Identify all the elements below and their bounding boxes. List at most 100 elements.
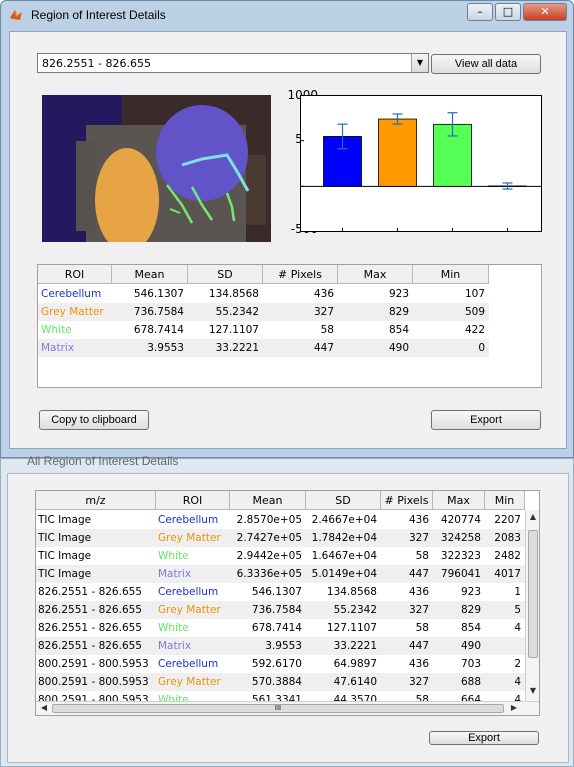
cell-max: 854 bbox=[388, 324, 409, 336]
view-all-data-button[interactable]: View all data bbox=[431, 54, 541, 74]
cell-pixels: 327 bbox=[313, 306, 334, 318]
column-header-sd[interactable]: SD bbox=[306, 491, 381, 510]
cell-pixels: 58 bbox=[415, 622, 429, 634]
column-header-mean[interactable]: Mean bbox=[230, 491, 306, 510]
table-header: ROI Mean SD # Pixels Max Min bbox=[38, 265, 489, 284]
window-client-area: m/z ROI Mean SD # Pixels Max Min TIC Ima… bbox=[7, 473, 569, 763]
cell-min: 4017 bbox=[494, 568, 521, 580]
window-client-area: 826.2551 - 826.655 ▼ View all data 1000 … bbox=[9, 31, 567, 449]
column-header-pixels[interactable]: # Pixels bbox=[381, 491, 433, 510]
cell-roi: Matrix bbox=[41, 342, 75, 354]
cell-mz: TIC Image bbox=[38, 550, 92, 562]
column-header-max[interactable]: Max bbox=[433, 491, 485, 510]
cell-max: 688 bbox=[460, 676, 481, 688]
cell-max: 324258 bbox=[440, 532, 481, 544]
cell-mz: 826.2551 - 826.655 bbox=[38, 640, 142, 652]
cell-sd: 33.2221 bbox=[333, 640, 377, 652]
cell-pixels: 58 bbox=[320, 324, 334, 336]
cell-min: 4 bbox=[514, 676, 521, 688]
cell-max: 796041 bbox=[440, 568, 481, 580]
export-all-button[interactable]: Export bbox=[429, 731, 539, 745]
table-header: m/z ROI Mean SD # Pixels Max Min bbox=[36, 491, 525, 510]
cell-sd: 2.4667e+04 bbox=[311, 514, 377, 526]
cell-roi: Cerebellum bbox=[158, 586, 219, 598]
cell-mean: 546.1307 bbox=[133, 288, 184, 300]
close-button[interactable]: ✕ bbox=[523, 3, 567, 21]
cell-sd: 134.8568 bbox=[326, 586, 377, 598]
cell-mz: 826.2551 - 826.655 bbox=[38, 622, 142, 634]
cell-max: 490 bbox=[460, 640, 481, 652]
window-title: Region of Interest Details bbox=[31, 8, 166, 22]
cell-min: 107 bbox=[464, 288, 485, 300]
cell-mean: 2.8570e+05 bbox=[236, 514, 302, 526]
cell-mz: 800.2591 - 800.5953 bbox=[38, 676, 149, 688]
cell-sd: 134.8568 bbox=[208, 288, 259, 300]
mz-dropdown-value: 826.2551 - 826.655 bbox=[42, 57, 151, 70]
column-header-sd[interactable]: SD bbox=[188, 265, 263, 284]
horizontal-scrollbar[interactable]: ◀ III ▶ bbox=[36, 701, 539, 715]
cell-roi: Grey Matter bbox=[158, 604, 221, 616]
cell-mz: 800.2591 - 800.5953 bbox=[38, 658, 149, 670]
column-header-pixels[interactable]: # Pixels bbox=[263, 265, 338, 284]
copy-to-clipboard-button[interactable]: Copy to clipboard bbox=[39, 410, 149, 430]
cell-min: 5 bbox=[514, 604, 521, 616]
cell-mean: 546.1307 bbox=[251, 586, 302, 598]
mz-dropdown[interactable]: 826.2551 - 826.655 ▼ bbox=[37, 53, 429, 73]
cell-max: 829 bbox=[388, 306, 409, 318]
maximize-button[interactable]: □ bbox=[495, 3, 521, 21]
cell-mean: 592.6170 bbox=[251, 658, 302, 670]
column-header-min[interactable]: Min bbox=[485, 491, 525, 510]
cell-max: 923 bbox=[388, 288, 409, 300]
cell-mean: 678.7414 bbox=[251, 622, 302, 634]
cell-pixels: 327 bbox=[408, 604, 429, 616]
export-button[interactable]: Export bbox=[431, 410, 541, 430]
cell-min: 0 bbox=[478, 342, 485, 354]
cell-pixels: 447 bbox=[313, 342, 334, 354]
cell-mean: 3.9553 bbox=[147, 342, 184, 354]
column-header-mz[interactable]: m/z bbox=[36, 491, 156, 510]
column-header-min[interactable]: Min bbox=[413, 265, 489, 284]
cell-mz: TIC Image bbox=[38, 568, 92, 580]
cell-max: 420774 bbox=[440, 514, 481, 526]
cell-sd: 55.2342 bbox=[215, 306, 259, 318]
window-title: All Region of Interest Details bbox=[27, 454, 179, 468]
cell-pixels: 436 bbox=[313, 288, 334, 300]
maximize-icon: □ bbox=[502, 5, 514, 18]
vertical-scrollbar[interactable]: ▲ ▼ bbox=[525, 510, 539, 701]
cell-sd: 47.6140 bbox=[333, 676, 377, 688]
cell-mz: 826.2551 - 826.655 bbox=[38, 604, 142, 616]
matlab-icon bbox=[10, 10, 22, 20]
cell-sd: 44.3570 bbox=[333, 694, 377, 701]
scroll-left-icon[interactable]: ◀ bbox=[38, 703, 50, 712]
bar-grey-matter bbox=[378, 118, 417, 187]
cell-mean: 2.7427e+05 bbox=[236, 532, 302, 544]
cell-sd: 1.7842e+04 bbox=[311, 532, 377, 544]
column-header-max[interactable]: Max bbox=[338, 265, 413, 284]
cell-roi: Cerebellum bbox=[158, 658, 219, 670]
minimize-icon: – bbox=[477, 5, 483, 18]
minimize-button[interactable]: – bbox=[467, 3, 493, 21]
cell-mz: TIC Image bbox=[38, 514, 92, 526]
scroll-up-icon[interactable]: ▲ bbox=[526, 512, 539, 521]
chevron-down-icon[interactable]: ▼ bbox=[411, 54, 428, 72]
horizontal-scroll-thumb[interactable]: III bbox=[52, 704, 504, 713]
roi-stats-table: ROI Mean SD # Pixels Max Min Cerebellum 5… bbox=[37, 264, 542, 388]
cell-roi: White bbox=[158, 694, 189, 701]
cell-min: 2207 bbox=[494, 514, 521, 526]
cell-max: 703 bbox=[460, 658, 481, 670]
scroll-right-icon[interactable]: ▶ bbox=[508, 703, 520, 712]
scroll-down-icon[interactable]: ▼ bbox=[526, 686, 539, 695]
cell-max: 923 bbox=[460, 586, 481, 598]
column-header-mean[interactable]: Mean bbox=[112, 265, 188, 284]
column-header-roi[interactable]: ROI bbox=[156, 491, 230, 510]
column-header-roi[interactable]: ROI bbox=[38, 265, 112, 284]
roi-bar-chart bbox=[300, 95, 542, 232]
cell-max: 854 bbox=[460, 622, 481, 634]
cell-min: 2083 bbox=[494, 532, 521, 544]
cell-max: 829 bbox=[460, 604, 481, 616]
cell-roi: White bbox=[158, 622, 189, 634]
roi-overlay-image bbox=[42, 95, 271, 242]
cell-max: 664 bbox=[460, 694, 481, 701]
cell-min: 4 bbox=[514, 622, 521, 634]
vertical-scroll-thumb[interactable] bbox=[528, 530, 538, 658]
